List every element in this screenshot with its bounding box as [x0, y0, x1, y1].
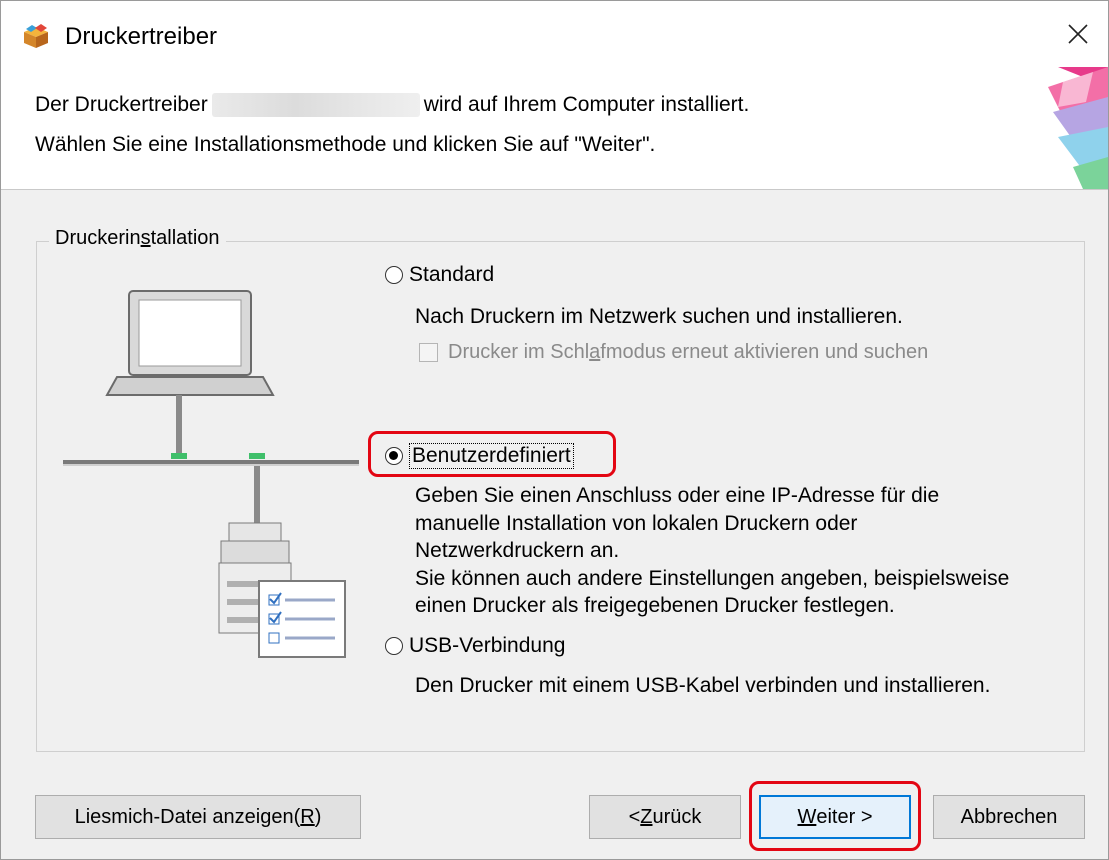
- radio-usb[interactable]: USB-Verbindung: [385, 634, 565, 658]
- redacted-driver-name: [211, 93, 420, 118]
- close-button[interactable]: [1048, 1, 1108, 67]
- radio-usb-circle[interactable]: [385, 637, 403, 655]
- wake-sleep-checkbox: [419, 343, 438, 362]
- radio-standard-circle[interactable]: [385, 266, 403, 284]
- radio-standard-label: Standard: [409, 263, 495, 286]
- cancel-button[interactable]: Abbrechen: [933, 795, 1085, 839]
- radio-standard[interactable]: Standard: [385, 263, 494, 287]
- standard-description: Nach Druckern im Netzwerk suchen und ins…: [415, 305, 903, 328]
- brand-banner-graphic: [1048, 67, 1108, 189]
- usb-description: Den Drucker mit einem USB-Kabel verbinde…: [415, 674, 991, 697]
- radio-custom-label: Benutzerdefiniert: [409, 443, 574, 469]
- header-panel: Der Druckertreiber wird auf Ihrem Compute…: [1, 67, 1108, 190]
- header-line-1: Der Druckertreiber wird auf Ihrem Compute…: [35, 93, 750, 118]
- readme-button[interactable]: Liesmich-Datei anzeigen(R): [35, 795, 361, 839]
- wake-sleep-label: Drucker im Schlafmodus erneut aktivieren…: [448, 341, 929, 363]
- radio-custom-circle[interactable]: [385, 447, 403, 465]
- header-line-2: Wählen Sie eine Installationsmethode und…: [35, 133, 656, 156]
- installer-box-icon: [24, 24, 48, 48]
- back-button[interactable]: < Zurück: [589, 795, 741, 839]
- radio-usb-label: USB-Verbindung: [409, 634, 566, 657]
- close-icon: [1068, 24, 1088, 44]
- header-line-1-end: wird auf Ihrem Computer installiert.: [423, 93, 750, 116]
- custom-description: Geben Sie einen Anschluss oder eine IP-A…: [415, 484, 1010, 617]
- checkbox-wake-sleep: Drucker im Schlafmodus erneut aktivieren…: [419, 341, 928, 364]
- header-line-1-start: Der Druckertreiber: [35, 93, 208, 116]
- installer-dialog: Druckertreiber Der Druckertreiber wird au…: [0, 0, 1109, 860]
- window-title: Druckertreiber: [65, 23, 218, 50]
- radio-custom[interactable]: Benutzerdefiniert: [385, 443, 574, 469]
- group-label: Druckerinstallation: [49, 227, 226, 250]
- network-diagram-illustration: [63, 290, 359, 658]
- title-bar: Druckertreiber: [1, 1, 1108, 67]
- next-button[interactable]: Weiter >: [759, 795, 911, 839]
